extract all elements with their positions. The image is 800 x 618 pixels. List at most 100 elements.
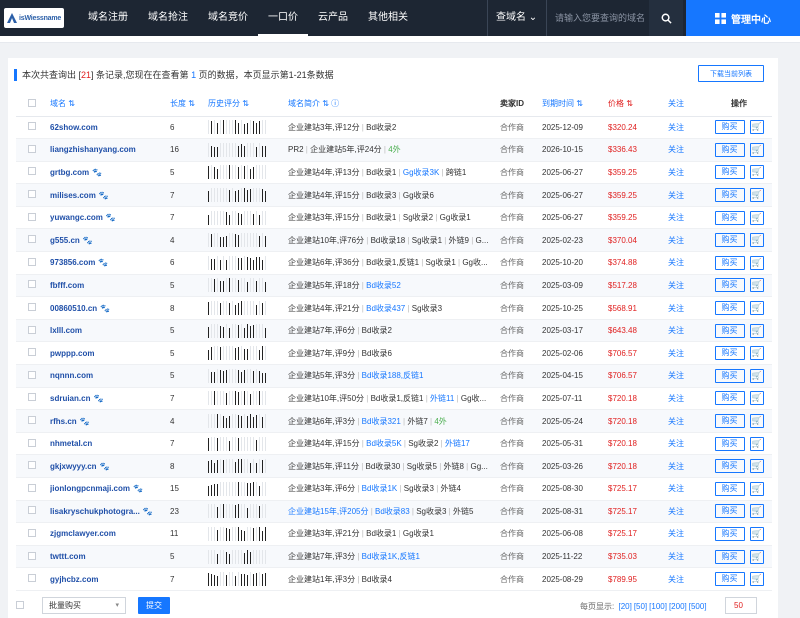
domain-link[interactable]: sdruian.cn — [50, 394, 90, 403]
follow-link[interactable]: 关注 — [668, 575, 684, 584]
cart-icon[interactable]: 🛒 — [749, 120, 764, 135]
intro-segment[interactable]: Gg收录3K — [403, 168, 439, 177]
follow-link[interactable]: 关注 — [668, 236, 684, 245]
row-checkbox[interactable] — [28, 461, 36, 470]
domain-link[interactable]: fbfff.com — [50, 281, 84, 290]
row-checkbox[interactable] — [28, 348, 36, 357]
admin-center-button[interactable]: 管理中心 — [686, 0, 800, 36]
bulk-action-select[interactable]: 批量购买 ▾ — [42, 597, 126, 614]
cart-icon[interactable]: 🛒 — [749, 391, 764, 406]
buy-button[interactable]: 购买 — [714, 526, 745, 541]
buy-button[interactable]: 购买 — [714, 549, 745, 564]
cart-icon[interactable]: 🛒 — [749, 255, 764, 270]
buy-button[interactable]: 购买 — [714, 233, 745, 248]
domain-link[interactable]: jionlongpcnmaji.com — [50, 484, 130, 493]
row-checkbox[interactable] — [28, 190, 36, 199]
select-all-checkbox[interactable] — [28, 98, 36, 107]
intro-segment[interactable]: 企业建站15年,评205分 — [288, 507, 368, 516]
follow-link[interactable]: 关注 — [668, 417, 684, 426]
nav-item[interactable]: 域名抢注 — [138, 0, 198, 36]
row-checkbox[interactable] — [28, 257, 36, 266]
row-checkbox[interactable] — [28, 370, 36, 379]
domain-link[interactable]: lxlll.com — [50, 326, 82, 335]
buy-button[interactable]: 购买 — [714, 368, 745, 383]
search-type-select[interactable]: 查域名 ⌄ — [487, 0, 547, 36]
intro-segment[interactable]: Bd收录1K,反链1 — [362, 552, 420, 561]
buy-button[interactable]: 购买 — [714, 188, 745, 203]
domain-link[interactable]: rfhs.cn — [50, 417, 77, 426]
cart-icon[interactable]: 🛒 — [749, 210, 764, 225]
cart-icon[interactable]: 🛒 — [749, 165, 764, 180]
domain-link[interactable]: grtbg.com — [50, 168, 89, 177]
row-checkbox[interactable] — [28, 280, 36, 289]
nav-item[interactable]: 域名竞价 — [198, 0, 258, 36]
follow-link[interactable]: 关注 — [668, 123, 684, 132]
buy-button[interactable]: 购买 — [714, 120, 745, 135]
follow-link[interactable]: 关注 — [668, 439, 684, 448]
per-page-option[interactable]: [20] — [618, 602, 631, 611]
domain-link[interactable]: nhmetal.cn — [50, 439, 92, 448]
cart-icon[interactable]: 🛒 — [749, 414, 764, 429]
buy-button[interactable]: 购买 — [714, 323, 745, 338]
cart-icon[interactable]: 🛒 — [749, 233, 764, 248]
cart-icon[interactable]: 🛒 — [749, 549, 764, 564]
row-checkbox[interactable] — [28, 303, 36, 312]
cart-icon[interactable]: 🛒 — [749, 368, 764, 383]
domain-link[interactable]: gyjhcbz.com — [50, 575, 98, 584]
col-expire[interactable]: 到期时间 ⇅ — [542, 92, 608, 117]
buy-button[interactable]: 购买 — [714, 346, 745, 361]
row-checkbox[interactable] — [28, 506, 36, 515]
row-checkbox[interactable] — [28, 212, 36, 221]
nav-item[interactable]: 云产品 — [308, 0, 358, 36]
cart-icon[interactable]: 🛒 — [749, 504, 764, 519]
intro-segment[interactable]: 外链11 — [430, 394, 454, 403]
row-checkbox[interactable] — [28, 325, 36, 334]
row-checkbox[interactable] — [28, 393, 36, 402]
export-list-button[interactable]: 下载当前列表 — [698, 65, 764, 82]
row-checkbox[interactable] — [28, 122, 36, 131]
domain-link[interactable]: gkjxwyyy.cn — [50, 462, 97, 471]
follow-link[interactable]: 关注 — [668, 326, 684, 335]
row-checkbox[interactable] — [28, 551, 36, 560]
intro-segment[interactable]: Bd收录437 — [366, 304, 405, 313]
search-button[interactable] — [649, 0, 683, 36]
domain-link[interactable]: nqnnn.com — [50, 371, 93, 380]
row-checkbox[interactable] — [28, 416, 36, 425]
buy-button[interactable]: 购买 — [714, 414, 745, 429]
cart-icon[interactable]: 🛒 — [749, 459, 764, 474]
buy-button[interactable]: 购买 — [714, 481, 745, 496]
domain-link[interactable]: pwppp.com — [50, 349, 94, 358]
domain-link[interactable]: yuwangc.com — [50, 213, 103, 222]
help-icon[interactable]: ⓘ — [331, 99, 339, 108]
follow-link[interactable]: 关注 — [668, 258, 684, 267]
buy-button[interactable]: 购买 — [714, 165, 745, 180]
row-checkbox[interactable] — [28, 235, 36, 244]
intro-segment[interactable]: Bd收录5K — [366, 439, 402, 448]
domain-link[interactable]: lisakryschukphotogra... — [50, 507, 140, 516]
cart-icon[interactable]: 🛒 — [749, 346, 764, 361]
cart-icon[interactable]: 🛒 — [749, 301, 764, 316]
domain-link[interactable]: 00860510.cn — [50, 304, 97, 313]
submit-button[interactable]: 提交 — [138, 597, 170, 614]
cart-icon[interactable]: 🛒 — [749, 278, 764, 293]
domain-link[interactable]: 62show.com — [50, 123, 98, 132]
cart-icon[interactable]: 🛒 — [749, 526, 764, 541]
cart-icon[interactable]: 🛒 — [749, 436, 764, 451]
buy-button[interactable]: 购买 — [714, 459, 745, 474]
row-checkbox[interactable] — [28, 144, 36, 153]
follow-link[interactable]: 关注 — [668, 552, 684, 561]
cart-icon[interactable]: 🛒 — [749, 481, 764, 496]
buy-button[interactable]: 购买 — [714, 301, 745, 316]
bulk-select-checkbox[interactable] — [16, 601, 24, 609]
follow-link[interactable]: 关注 — [668, 168, 684, 177]
follow-link[interactable]: 关注 — [668, 529, 684, 538]
per-page-option[interactable]: [50] — [634, 602, 647, 611]
intro-segment[interactable]: Bd收录1K — [362, 484, 398, 493]
per-page-option[interactable]: [200] — [669, 602, 687, 611]
row-checkbox[interactable] — [28, 483, 36, 492]
cart-icon[interactable]: 🛒 — [749, 142, 764, 157]
domain-link[interactable]: zjgmclawyer.com — [50, 529, 116, 538]
col-intro[interactable]: 域名简介 ⇅ ⓘ — [288, 92, 500, 117]
intro-segment[interactable]: Bd收录188,反链1 — [362, 371, 424, 380]
domain-link[interactable]: twttt.com — [50, 552, 86, 561]
